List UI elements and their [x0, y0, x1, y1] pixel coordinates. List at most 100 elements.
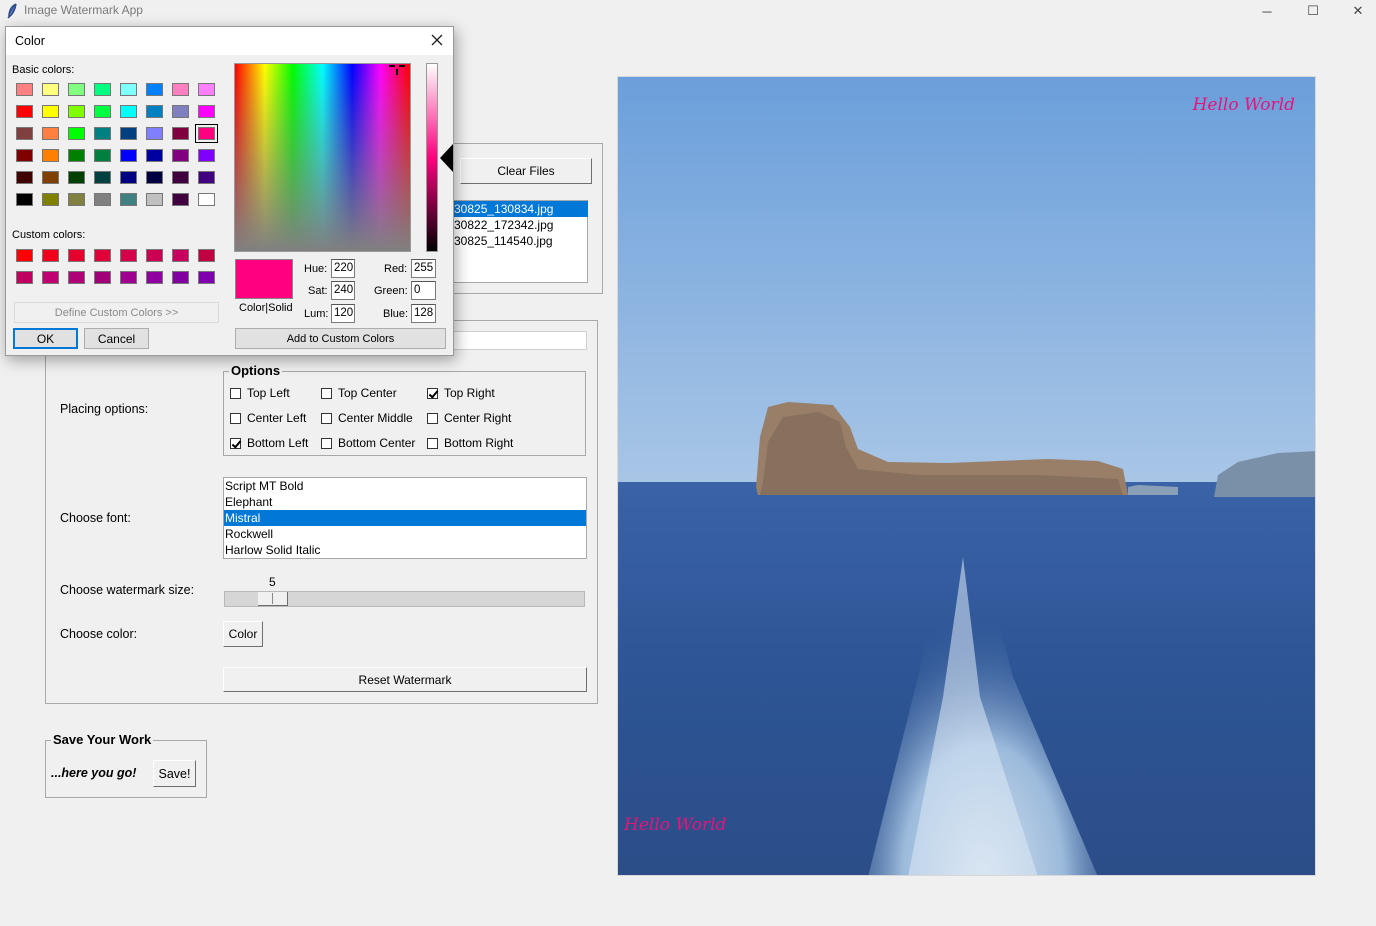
checkbox[interactable]: [321, 412, 332, 424]
custom-color-swatch[interactable]: [68, 271, 85, 284]
basic-color-swatch[interactable]: [146, 149, 163, 162]
basic-color-swatch[interactable]: [120, 193, 137, 206]
basic-color-swatch[interactable]: [94, 83, 111, 96]
file-item[interactable]: 30825_114540.jpg: [453, 233, 587, 249]
font-item[interactable]: Elephant: [224, 494, 586, 510]
basic-color-swatch[interactable]: [146, 83, 163, 96]
basic-color-swatch[interactable]: [198, 105, 215, 118]
basic-color-swatch[interactable]: [42, 171, 59, 184]
font-item[interactable]: Rockwell: [224, 526, 586, 542]
luminance-bar[interactable]: [426, 63, 438, 252]
basic-color-swatch[interactable]: [68, 83, 85, 96]
basic-color-swatch[interactable]: [68, 127, 85, 140]
option-top-right[interactable]: Top Right: [427, 386, 495, 400]
checkbox-checked[interactable]: [427, 387, 438, 399]
basic-color-swatch[interactable]: [172, 193, 189, 206]
option-center-middle[interactable]: Center Middle: [321, 411, 413, 425]
basic-color-swatch[interactable]: [42, 83, 59, 96]
basic-color-swatch[interactable]: [94, 105, 111, 118]
basic-color-swatch[interactable]: [120, 171, 137, 184]
basic-color-swatch[interactable]: [120, 83, 137, 96]
custom-color-swatch[interactable]: [42, 271, 59, 284]
color-spectrum[interactable]: [234, 63, 411, 252]
font-item-selected[interactable]: Mistral: [224, 510, 586, 526]
add-to-custom-colors-button[interactable]: Add to Custom Colors: [235, 328, 446, 349]
custom-color-swatch[interactable]: [146, 249, 163, 262]
basic-color-swatch[interactable]: [16, 149, 33, 162]
basic-color-swatch[interactable]: [42, 149, 59, 162]
checkbox[interactable]: [230, 412, 241, 424]
basic-color-swatch[interactable]: [146, 193, 163, 206]
basic-color-swatch[interactable]: [16, 127, 33, 140]
custom-color-swatch[interactable]: [120, 249, 137, 262]
custom-color-swatch[interactable]: [16, 249, 33, 262]
color-button[interactable]: Color: [223, 621, 263, 647]
cancel-button[interactable]: Cancel: [84, 328, 149, 349]
file-item[interactable]: 30822_172342.jpg: [453, 217, 587, 233]
font-item[interactable]: Harlow Solid Italic: [224, 542, 586, 558]
font-item[interactable]: Script MT Bold: [224, 478, 586, 494]
basic-color-swatch[interactable]: [146, 105, 163, 118]
basic-color-swatch[interactable]: [172, 105, 189, 118]
custom-color-swatch[interactable]: [172, 249, 189, 262]
basic-color-swatch[interactable]: [68, 105, 85, 118]
close-window-button[interactable]: ✕: [1335, 0, 1376, 22]
reset-watermark-button[interactable]: Reset Watermark: [223, 667, 587, 692]
clear-files-button[interactable]: Clear Files: [460, 158, 592, 184]
basic-color-swatch[interactable]: [42, 105, 59, 118]
basic-color-swatch[interactable]: [94, 171, 111, 184]
basic-color-swatch[interactable]: [120, 105, 137, 118]
blue-field[interactable]: 128: [411, 304, 436, 323]
custom-color-swatch[interactable]: [42, 249, 59, 262]
basic-color-swatch[interactable]: [172, 83, 189, 96]
basic-color-swatch[interactable]: [120, 127, 137, 140]
define-custom-colors-button[interactable]: Define Custom Colors >>: [14, 302, 219, 323]
basic-color-swatch-selected[interactable]: [195, 124, 218, 143]
basic-color-swatch[interactable]: [146, 171, 163, 184]
basic-color-swatch[interactable]: [198, 193, 215, 206]
basic-color-swatch[interactable]: [172, 127, 189, 140]
basic-color-swatch[interactable]: [198, 171, 215, 184]
option-bottom-left[interactable]: Bottom Left: [230, 436, 308, 450]
basic-color-swatch[interactable]: [94, 127, 111, 140]
custom-color-swatch[interactable]: [68, 249, 85, 262]
luminance-arrow-icon[interactable]: [440, 144, 454, 172]
custom-color-swatch[interactable]: [198, 249, 215, 262]
green-field[interactable]: 0: [411, 281, 436, 300]
basic-color-swatch[interactable]: [94, 149, 111, 162]
checkbox[interactable]: [230, 387, 241, 399]
file-item[interactable]: 30825_130834.jpg: [453, 201, 588, 217]
basic-color-swatch[interactable]: [42, 127, 59, 140]
maximize-button[interactable]: ☐: [1290, 0, 1336, 22]
basic-color-swatch[interactable]: [146, 127, 163, 140]
basic-color-swatch[interactable]: [68, 149, 85, 162]
size-slider[interactable]: [224, 591, 585, 607]
lum-field[interactable]: 120: [331, 304, 355, 323]
font-list[interactable]: Script MT Bold Elephant Mistral Rockwell…: [223, 477, 587, 559]
slider-thumb[interactable]: [258, 592, 288, 606]
custom-color-swatch[interactable]: [94, 271, 111, 284]
basic-color-swatch[interactable]: [198, 149, 215, 162]
basic-color-swatch[interactable]: [16, 193, 33, 206]
close-icon[interactable]: [431, 34, 443, 46]
custom-color-swatch[interactable]: [120, 271, 137, 284]
custom-color-swatch[interactable]: [172, 271, 189, 284]
hue-field[interactable]: 220: [331, 259, 355, 278]
option-center-right[interactable]: Center Right: [427, 411, 511, 425]
basic-color-swatch[interactable]: [172, 171, 189, 184]
option-bottom-center[interactable]: Bottom Center: [321, 436, 415, 450]
checkbox[interactable]: [427, 437, 438, 449]
save-button[interactable]: Save!: [153, 760, 196, 787]
basic-color-swatch[interactable]: [16, 83, 33, 96]
option-top-center[interactable]: Top Center: [321, 386, 397, 400]
checkbox[interactable]: [321, 387, 332, 399]
option-top-left[interactable]: Top Left: [230, 386, 290, 400]
checkbox[interactable]: [321, 437, 332, 449]
sat-field[interactable]: 240: [331, 281, 355, 300]
ok-button[interactable]: OK: [13, 328, 78, 349]
basic-color-swatch[interactable]: [198, 83, 215, 96]
watermark-text-input[interactable]: [450, 331, 587, 350]
basic-color-swatch[interactable]: [68, 171, 85, 184]
option-center-left[interactable]: Center Left: [230, 411, 306, 425]
minimize-button[interactable]: ─: [1244, 0, 1290, 22]
